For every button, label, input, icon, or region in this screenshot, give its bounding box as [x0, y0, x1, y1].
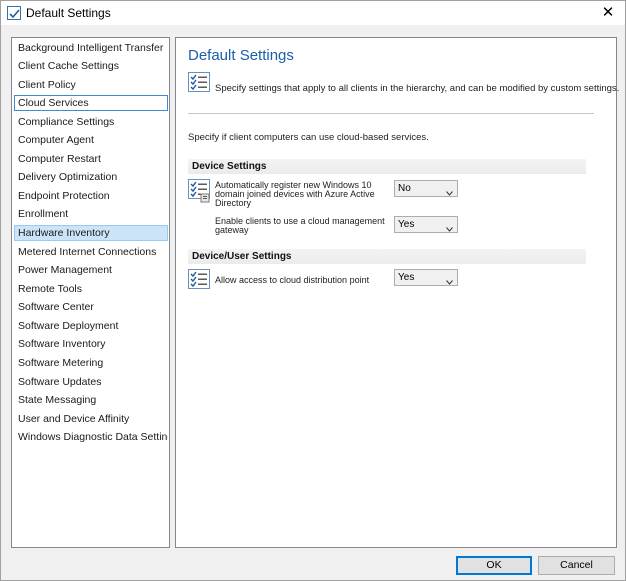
select-value: No	[398, 183, 411, 194]
nav-item-enrollment[interactable]: Enrollment	[14, 206, 168, 222]
nav-item-endpoint-protection[interactable]: Endpoint Protection	[14, 188, 168, 204]
cancel-button[interactable]: Cancel	[538, 556, 615, 575]
nav-item-software-inventory[interactable]: Software Inventory	[14, 336, 168, 352]
nav-item-computer-restart[interactable]: Computer Restart	[14, 151, 168, 167]
group-heading-device-settings: Device Settings	[188, 159, 586, 174]
select-value: Yes	[398, 219, 415, 230]
nav-item-hardware-inventory[interactable]: Hardware Inventory	[14, 225, 168, 241]
nav-item-software-metering[interactable]: Software Metering	[14, 355, 168, 371]
nav-item-client-cache-settings[interactable]: Client Cache Settings	[14, 58, 168, 74]
nav-item-client-policy[interactable]: Client Policy	[14, 77, 168, 93]
nav-item-background-intelligent-transfer[interactable]: Background Intelligent Transfer	[14, 40, 168, 56]
page-title: Default Settings	[188, 47, 294, 64]
close-icon: ✕	[601, 4, 615, 21]
cloud-management-gateway-select[interactable]: Yes	[394, 216, 458, 233]
select-value: Yes	[398, 272, 415, 283]
nav-item-compliance-settings[interactable]: Compliance Settings	[14, 114, 168, 130]
divider	[188, 113, 594, 114]
cloud-distribution-point-select[interactable]: Yes	[394, 269, 458, 286]
checklist-icon	[188, 72, 210, 92]
chevron-down-icon	[446, 222, 453, 232]
default-settings-dialog: Default Settings ✕ Background Intelligen…	[0, 0, 626, 581]
ok-button[interactable]: OK	[456, 556, 532, 575]
chevron-down-icon	[446, 275, 453, 285]
setting-label-azure-ad-registration: Automatically register new Windows 10 do…	[215, 180, 375, 208]
settings-category-list[interactable]: Background Intelligent Transfer Client C…	[11, 37, 170, 548]
settings-content-panel: Default Settings Specify settings that a…	[175, 37, 620, 548]
chevron-down-icon	[446, 186, 453, 196]
setting-label-cloud-distribution-point: Allow access to cloud distribution point	[215, 275, 370, 285]
nav-item-state-messaging[interactable]: State Messaging	[14, 392, 168, 408]
nav-item-software-center[interactable]: Software Center	[14, 299, 168, 315]
setting-label-cloud-management-gateway: Enable clients to use a cloud management…	[215, 216, 385, 235]
group-heading-device-user-settings: Device/User Settings	[188, 249, 586, 264]
nav-item-user-and-device-affinity[interactable]: User and Device Affinity	[14, 411, 168, 427]
nav-item-cloud-services[interactable]: Cloud Services	[14, 95, 168, 111]
nav-item-computer-agent[interactable]: Computer Agent	[14, 132, 168, 148]
section-description: Specify if client computers can use clou…	[188, 132, 429, 143]
checklist-icon	[188, 179, 210, 203]
settings-checklist-icon	[7, 6, 21, 20]
window-title: Default Settings	[26, 6, 111, 20]
nav-item-delivery-optimization[interactable]: Delivery Optimization	[14, 169, 168, 185]
nav-item-metered-internet-connections[interactable]: Metered Internet Connections	[14, 244, 168, 260]
nav-item-windows-diagnostic-data-settings[interactable]: Windows Diagnostic Data Settings	[14, 429, 168, 445]
intro-description: Specify settings that apply to all clien…	[215, 83, 620, 94]
nav-item-software-deployment[interactable]: Software Deployment	[14, 318, 168, 334]
title-bar: Default Settings ✕	[1, 1, 625, 25]
nav-item-software-updates[interactable]: Software Updates	[14, 374, 168, 390]
close-button[interactable]: ✕	[591, 1, 625, 25]
azure-ad-registration-select[interactable]: No	[394, 180, 458, 197]
nav-item-remote-tools[interactable]: Remote Tools	[14, 281, 168, 297]
checklist-icon	[188, 269, 210, 289]
nav-item-power-management[interactable]: Power Management	[14, 262, 168, 278]
